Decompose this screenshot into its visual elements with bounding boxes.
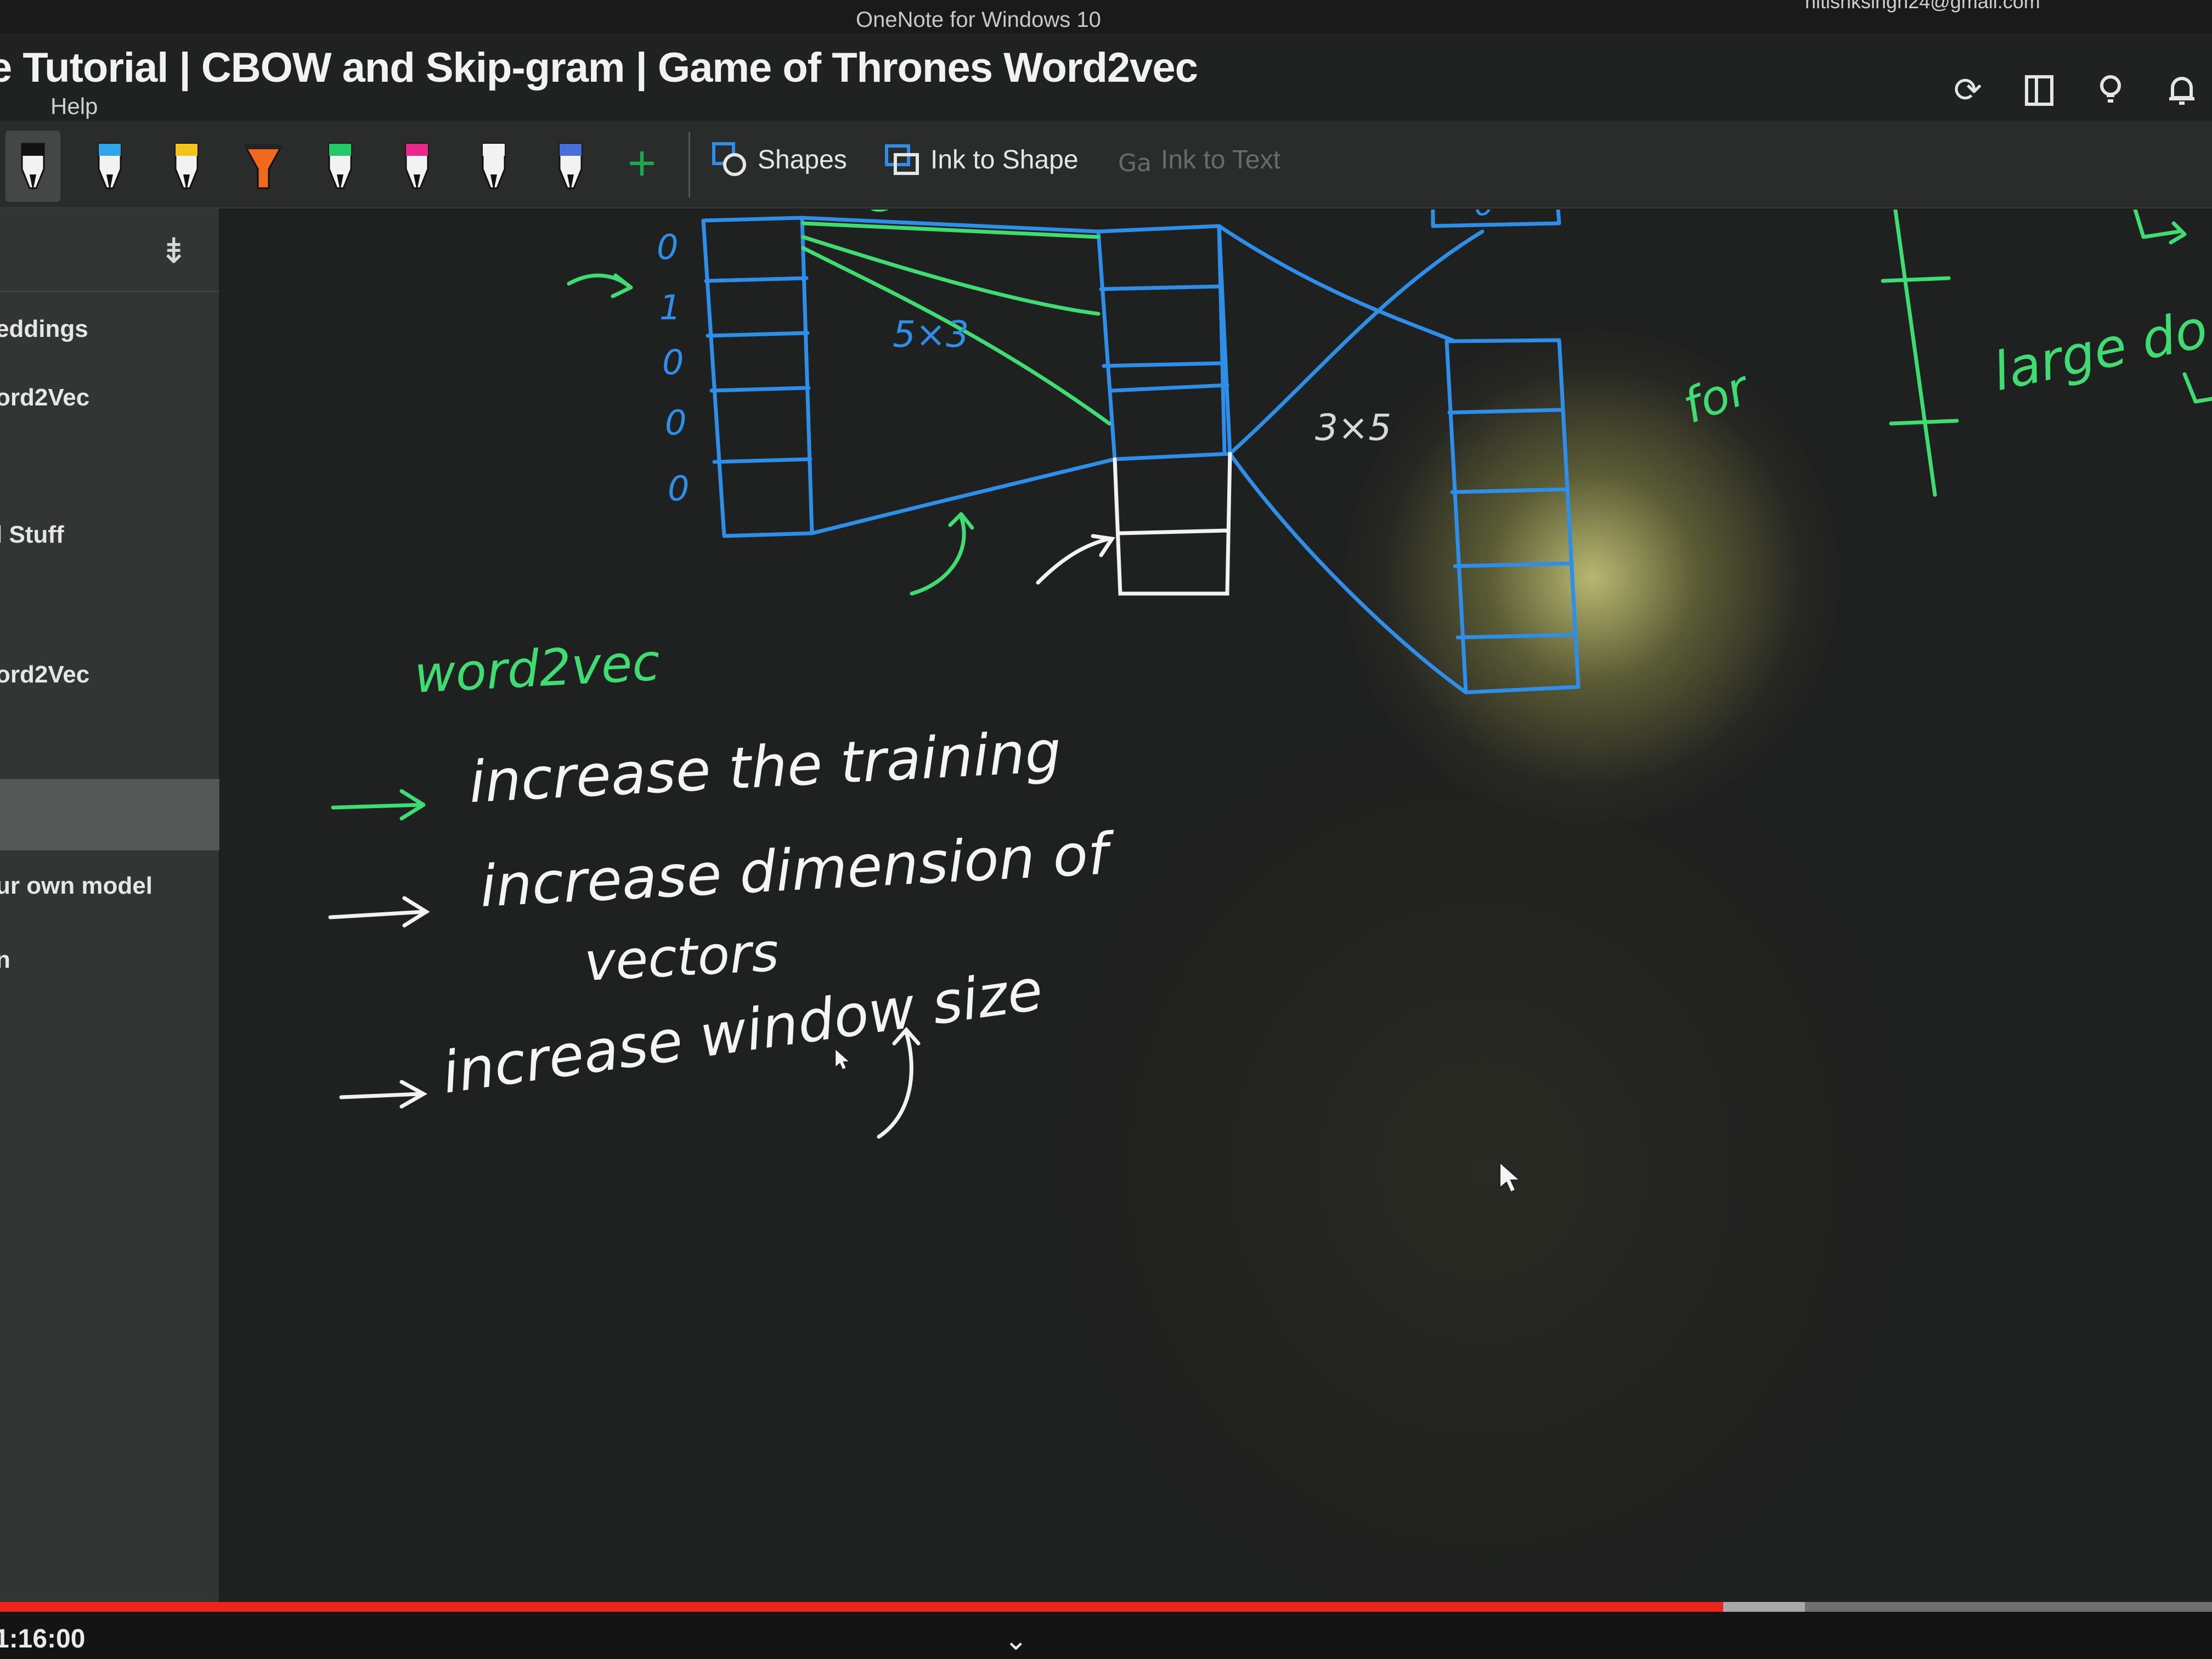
pen-white-icon[interactable] (466, 131, 521, 202)
ink-to-shape-button[interactable]: Ink to Shape (883, 140, 1079, 179)
pen-blue-icon[interactable] (82, 131, 137, 202)
highlighter-orange-icon[interactable] (236, 131, 291, 202)
hidden-layer-box (1096, 224, 1232, 461)
header: e Tutorial | CBOW and Skip-gram | Game o… (0, 33, 2212, 121)
ink-to-text-icon: Ga (1118, 149, 1152, 177)
page-list-sidebar: ⇟ eddings ord2Vec l Stuff ord2Vec ur own… (0, 208, 219, 1618)
pen-tray: + (5, 131, 664, 202)
ink-to-text-label: Ink to Text (1161, 145, 1280, 174)
bit-3: 0 (665, 403, 686, 443)
page-item[interactable]: ord2Vec (0, 376, 219, 420)
arrow-tip-2 (328, 896, 430, 928)
account-email[interactable]: nitishksingh24@gmail.com (1805, 0, 2040, 13)
ink-to-text-button[interactable]: Ga Ink to Text (1114, 140, 1280, 179)
shapes-button[interactable]: Shapes (710, 140, 847, 179)
output-vector-box (1444, 338, 1581, 695)
bit-2: 0 (662, 342, 684, 382)
ink-to-shape-icon (885, 144, 919, 175)
ink-drawing: 0 1 0 0 0 5×3 3×5 0 for small large do w… (328, 210, 2212, 1139)
window-titlebar: OneNote for Windows 10 nitishksingh24@gm… (0, 0, 2212, 33)
app-title: OneNote for Windows 10 (856, 8, 1101, 32)
pen-cursor-icon (836, 1049, 849, 1069)
video-progress-fill (0, 1602, 1723, 1612)
shapes-label: Shapes (758, 145, 847, 174)
pen-black-selected-icon[interactable] (5, 131, 60, 202)
add-pen-button[interactable]: + (620, 131, 664, 196)
page-item[interactable]: ord2Vec (0, 653, 219, 697)
page-item[interactable]: ur own model (0, 864, 219, 908)
matrix-3x5-label: 3×5 (1315, 407, 1391, 449)
arrow-green-up (910, 512, 974, 596)
top-cell-label: 0 (1474, 210, 1494, 223)
bit-1: 1 (659, 287, 681, 328)
svg-text:Ga: Ga (1118, 149, 1152, 177)
draw-ribbon: + Shapes Ink to Shape Ga Ink to Text (0, 121, 2212, 208)
video-controls: 1:16:00 ⌄ (0, 1612, 2212, 1659)
arrow-window-size (877, 1026, 921, 1139)
arrow-green-input (567, 273, 633, 298)
ink-to-shape-label: Ink to Shape (930, 145, 1079, 174)
right-large-label: large do (1988, 298, 2212, 403)
sync-icon[interactable]: ⟳ (1949, 71, 1987, 110)
menu-help[interactable]: Help (50, 93, 98, 120)
word2vec-label: word2vec (413, 633, 662, 704)
sidebar-divider (0, 291, 219, 292)
video-progress-track[interactable] (0, 1602, 2212, 1612)
bit-4: 0 (668, 469, 689, 509)
pen-pink-icon[interactable] (390, 131, 444, 202)
page-item[interactable]: l Stuff (0, 513, 219, 557)
arrow-tip-1 (331, 789, 426, 821)
ribbon-divider (689, 132, 690, 198)
page-item[interactable]: eddings (0, 307, 219, 351)
arrow-white (1036, 534, 1115, 585)
page-item-selected[interactable] (0, 779, 219, 850)
chevron-down-icon[interactable]: ⌄ (1004, 1624, 1028, 1657)
arrow-tip-3 (339, 1080, 428, 1109)
page-title: e Tutorial | CBOW and Skip-gram | Game o… (0, 44, 1198, 91)
right-small-label: small (1976, 210, 2093, 217)
bell-icon[interactable] (2163, 71, 2201, 110)
tip-vectors: vectors (583, 922, 780, 993)
tip-dimension: increase dimension of (478, 820, 1117, 919)
bit-0: 0 (657, 227, 678, 267)
pen-yellow-icon[interactable] (159, 131, 214, 202)
pen-green-icon[interactable] (313, 131, 368, 202)
sort-icon[interactable]: ⇟ (159, 230, 189, 272)
header-icons: ⟳ (1949, 71, 2201, 110)
input-vector-box (701, 216, 814, 538)
for-label: for (1676, 360, 1758, 435)
notebook-icon[interactable] (2020, 71, 2058, 110)
hidden-extra-cells (1113, 452, 1232, 596)
video-time: 1:16:00 (0, 1624, 86, 1654)
mouse-cursor-icon (1499, 1161, 1521, 1193)
matrix-5x3-label: 5×3 (893, 313, 969, 356)
page-item[interactable]: n (0, 938, 219, 982)
pen-galaxy-icon[interactable] (543, 131, 598, 202)
shapes-icon (712, 142, 746, 176)
lightbulb-icon[interactable] (2091, 71, 2130, 110)
tip-training: increase the training (467, 718, 1063, 816)
note-canvas[interactable]: 0 1 0 0 0 5×3 3×5 0 for small large do w… (221, 210, 2212, 1603)
